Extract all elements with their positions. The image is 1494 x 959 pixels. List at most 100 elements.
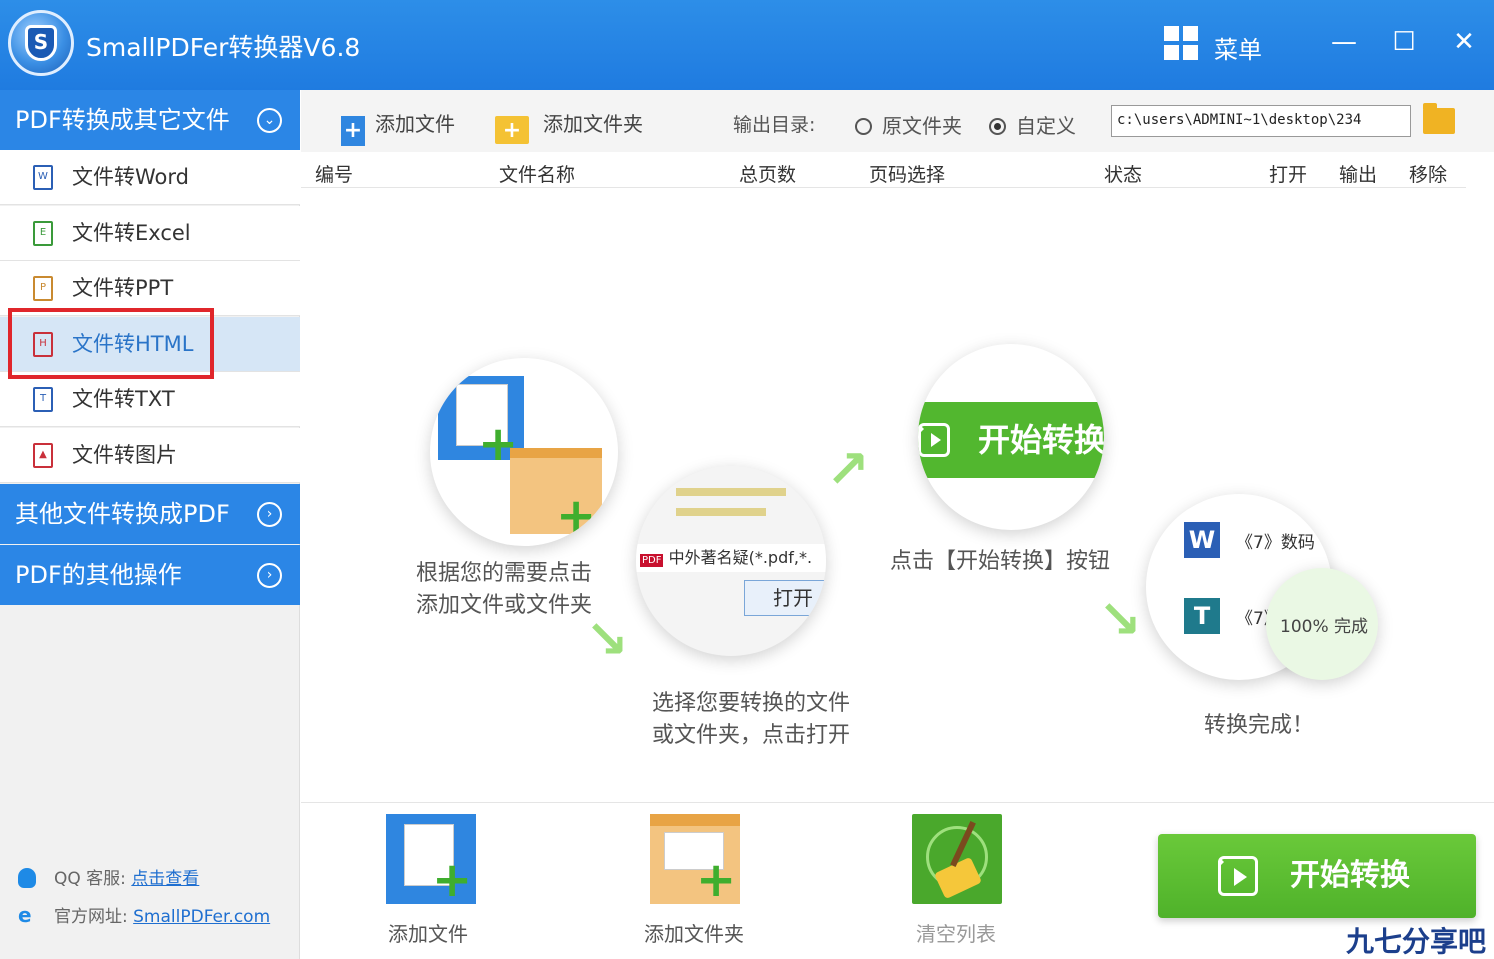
highlight-box — [8, 308, 214, 379]
radio-on-icon — [989, 118, 1006, 135]
done-status: 100% 完成 — [1280, 617, 1369, 637]
plus-icon: + — [432, 852, 473, 908]
big-add-file-button[interactable]: + — [386, 814, 476, 908]
step2-line1: 选择您要转换的文件 — [652, 691, 851, 716]
start-convert-label: 开始转换 — [1290, 858, 1410, 893]
file-name-row: PDF 中外著名疑(*.pdf,*. — [636, 544, 826, 572]
step3-text: 点击【开始转换】按钮 — [890, 549, 1111, 574]
section-label: PDF的其他操作 — [15, 561, 182, 589]
output-dir-label: 输出目录: — [733, 114, 816, 136]
list-line — [676, 508, 766, 516]
pdf-icon: PDF — [640, 554, 664, 567]
toolbar: + 添加文件 + 添加文件夹 输出目录: 原文件夹 自定义 c:\users\ADM… — [301, 90, 1494, 152]
sidebar-item-label: 文件转Excel — [72, 220, 191, 245]
app-logo-icon: S — [8, 10, 74, 76]
done-row1: 《7》数码 — [1236, 533, 1315, 553]
dialog-filter: (*.pdf,*. — [748, 548, 813, 567]
add-file-button[interactable]: + 添加文件 — [341, 108, 455, 146]
qq-support: QQ 客服: 点击查看 — [18, 864, 199, 889]
col-page-select: 页码选择 — [869, 164, 946, 186]
col-number: 编号 — [315, 164, 354, 186]
col-open: 打开 — [1269, 164, 1308, 186]
file-type-icon: T — [33, 387, 53, 412]
sidebar-section-other-to-pdf[interactable]: 其他文件转换成PDF › — [0, 484, 300, 544]
list-line — [676, 488, 786, 496]
step1-illustration: + + — [430, 358, 618, 546]
app-title: SmallPDFer转换器V6.8 — [86, 33, 361, 62]
file-type-icon: P — [33, 276, 53, 301]
add-file-label: 添加文件 — [375, 112, 455, 136]
add-folder-button[interactable]: + 添加文件夹 — [495, 108, 643, 144]
sidebar-section-pdf-other-ops[interactable]: PDF的其他操作 › — [0, 545, 300, 605]
file-type-icon: E — [33, 220, 53, 246]
clear-list-button[interactable] — [912, 814, 1002, 904]
section-label: PDF转换成其它文件 — [15, 106, 230, 134]
browser-icon: e — [18, 903, 32, 927]
divider — [301, 802, 1494, 803]
plus-icon: + — [556, 488, 597, 544]
sidebar-item-txt[interactable]: T 文件转TXT — [0, 372, 300, 427]
minimize-button[interactable]: — — [1324, 22, 1364, 62]
sidebar: PDF转换成其它文件 ⌄ W 文件转Word E 文件转Excel P 文件转PPT H 文件… — [0, 90, 300, 959]
radio-original-folder[interactable]: 原文件夹 — [855, 110, 962, 139]
output-path-input[interactable]: c:\users\ADMINI~1\desktop\234 — [1111, 105, 1411, 137]
clear-list-label[interactable]: 清空列表 — [916, 918, 996, 947]
menu-button[interactable]: 菜单 — [1214, 30, 1262, 65]
radio-label: 自定义 — [1016, 114, 1076, 138]
arrow-icon: ↘ — [585, 610, 629, 670]
big-add-file-label[interactable]: 添加文件 — [388, 918, 468, 947]
official-site: e 官方网址: SmallPDFer.com — [18, 902, 270, 927]
arrow-icon: ↗ — [826, 440, 870, 500]
big-add-folder-label[interactable]: 添加文件夹 — [644, 918, 744, 947]
sidebar-section-pdf-to-other[interactable]: PDF转换成其它文件 ⌄ — [0, 90, 300, 150]
site-link[interactable]: SmallPDFer.com — [133, 907, 270, 927]
site-label: 官方网址: — [54, 907, 128, 927]
start-convert-button[interactable]: 开始转换 — [1158, 834, 1476, 918]
qq-icon — [18, 868, 36, 888]
menu-grid-icon[interactable] — [1164, 26, 1198, 60]
step3-illustration: 开始转换 — [918, 344, 1104, 530]
qq-label: QQ 客服: — [54, 869, 126, 889]
sidebar-item-word[interactable]: W 文件转Word — [0, 150, 300, 205]
arrow-icon: ↘ — [1098, 590, 1142, 650]
big-add-folder-button[interactable]: + — [650, 814, 740, 908]
dialog-open-button: 打开 — [744, 580, 826, 616]
file-type-icon: ▲ — [33, 442, 53, 468]
dialog-file-name: 中外著名疑 — [668, 548, 749, 567]
sidebar-item-label: 文件转Word — [72, 165, 189, 189]
play-icon — [918, 423, 950, 457]
title-bar: S SmallPDFer转换器V6.8 菜单 — ☐ ✕ — [0, 0, 1494, 90]
mini-start-button: 开始转换 — [918, 402, 1104, 478]
close-button[interactable]: ✕ — [1444, 22, 1484, 62]
step2-line2: 或文件夹，点击打开 — [652, 723, 851, 748]
file-table-header: 编号 文件名称 总页数 页码选择 状态 打开 输出 移除 — [301, 152, 1466, 188]
triangle-icon — [931, 433, 941, 447]
chevron-right-icon: › — [257, 563, 282, 588]
mini-start-label: 开始转换 — [978, 421, 1104, 459]
chevron-right-icon: › — [257, 502, 282, 527]
file-type-icon: W — [33, 165, 53, 190]
step1-line2: 添加文件或文件夹 — [416, 593, 593, 618]
add-folder-icon: + — [495, 116, 529, 144]
add-file-icon: + — [341, 116, 365, 146]
sidebar-item-label: 文件转TXT — [72, 387, 175, 411]
maximize-button[interactable]: ☐ — [1384, 22, 1424, 62]
section-label: 其他文件转换成PDF — [15, 500, 230, 528]
txt-icon: T — [1184, 598, 1220, 634]
col-total-pages: 总页数 — [739, 164, 797, 186]
plus-icon: + — [478, 416, 519, 472]
col-status: 状态 — [1104, 164, 1143, 186]
qq-link[interactable]: 点击查看 — [131, 869, 199, 889]
radio-off-icon — [855, 118, 872, 135]
radio-label: 原文件夹 — [882, 114, 962, 138]
chevron-down-icon: ⌄ — [257, 108, 282, 133]
triangle-icon — [1234, 868, 1247, 886]
play-icon — [1218, 856, 1258, 896]
sidebar-item-image[interactable]: ▲ 文件转图片 — [0, 427, 300, 483]
browse-folder-icon[interactable] — [1423, 103, 1455, 134]
radio-custom-folder[interactable]: 自定义 — [989, 110, 1076, 139]
word-icon: W — [1184, 522, 1220, 558]
step2-illustration: PDF 中外著名疑(*.pdf,*. 打开 — [636, 466, 826, 656]
sidebar-item-excel[interactable]: E 文件转Excel — [0, 205, 300, 261]
sidebar-item-label: 文件转PPT — [72, 276, 174, 300]
